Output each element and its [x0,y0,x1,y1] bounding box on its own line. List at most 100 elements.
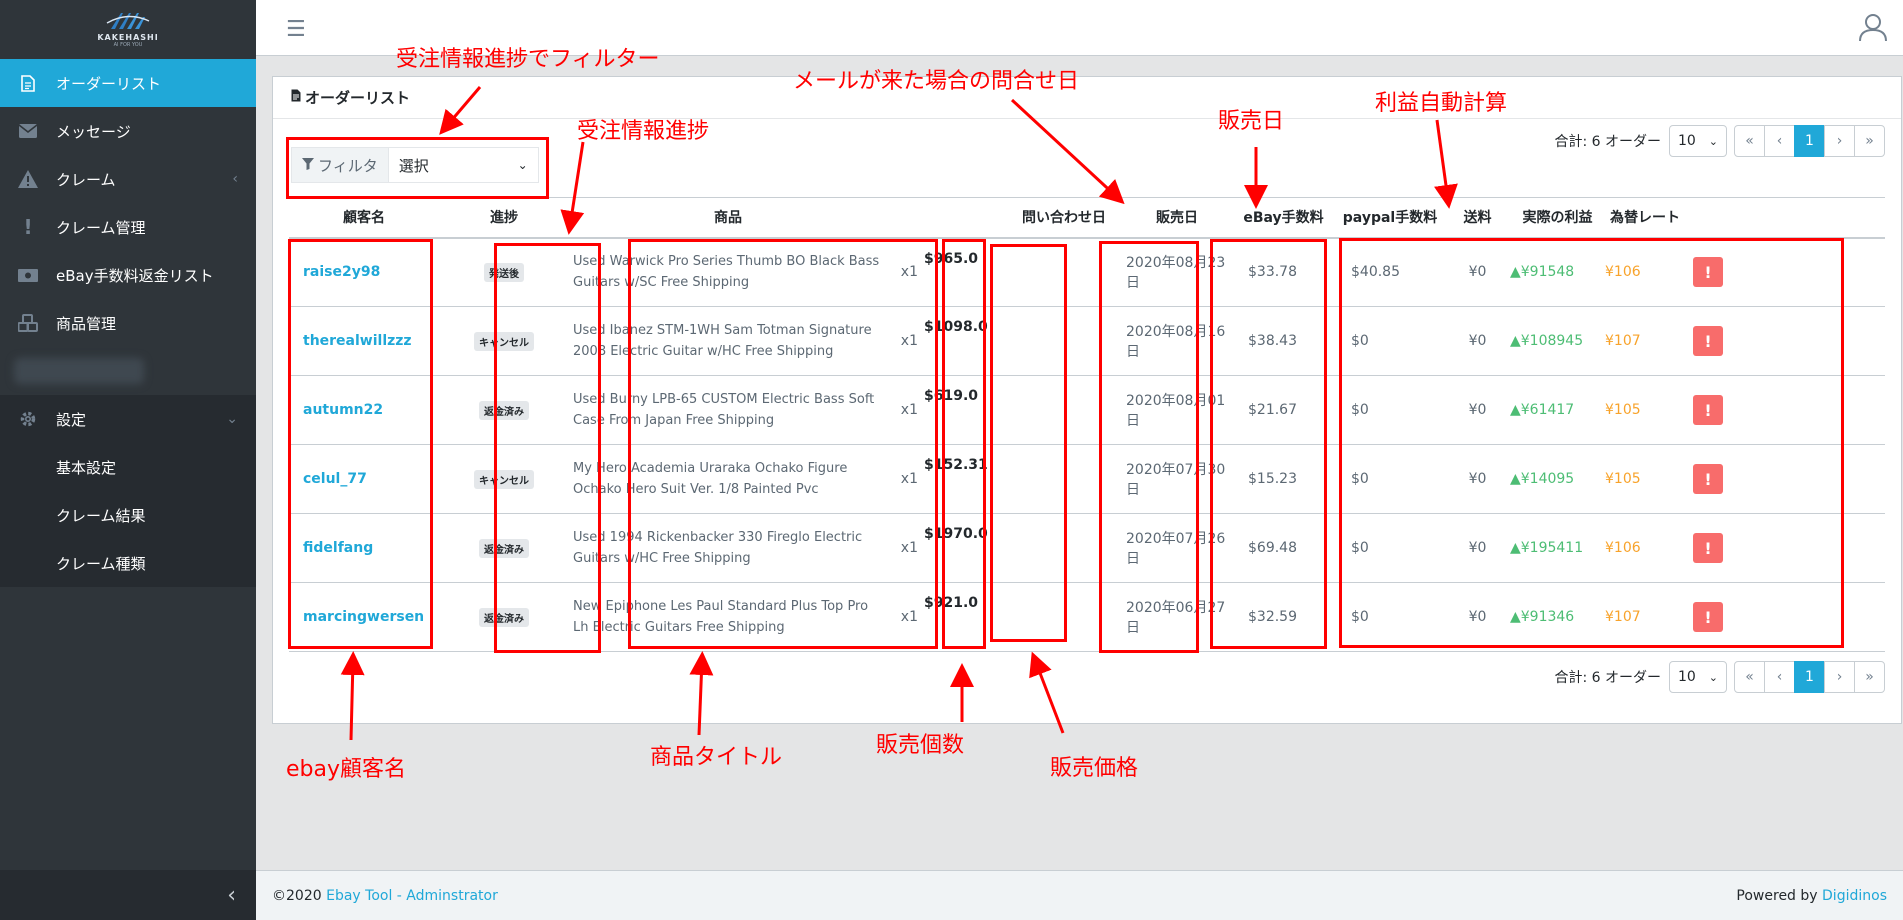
sidebar-item-claim-results[interactable]: クレーム結果 [0,491,256,539]
sidebar-item-claims[interactable]: クレーム ‹ [0,155,256,203]
annotation-box-inquiry [1099,241,1199,653]
card-header: オーダーリスト [273,77,1901,119]
footer: ©2020 Ebay Tool - Adminstrator Powered b… [256,870,1903,920]
sidebar-item-ebay-fee-refunds[interactable]: eBay手数料返金リスト [0,251,256,299]
annotation-inquiry-note: メールが来た場合の問合せ日 [793,69,1080,94]
sidebar-item-label: 設定 [56,410,87,429]
annotation-box-qty [942,239,986,649]
annotation-box-filter [286,137,549,199]
annotation-profit-note: 利益自動計算 [1375,91,1508,116]
sidebar-item-order-list[interactable]: オーダーリスト [0,59,256,107]
envelope-icon [18,121,38,141]
page-next-button[interactable]: › [1824,661,1855,693]
bridge-logo-icon [106,12,150,29]
column-header[interactable]: 問い合わせ日 [1006,197,1122,239]
card-title: オーダーリスト [305,89,411,107]
menu-toggle-icon[interactable]: ☰ [286,17,306,42]
page-first-button[interactable]: « [1734,661,1765,693]
pager-bottom: 合計: 6 オーダー 10 ⌄ « ‹ 1 › » [1554,661,1885,693]
annotation-filter-note: 受注情報進捗でフィルター [396,47,660,72]
sidebar: KAKEHASHI AI FOR YOU オーダーリスト メッセージ クレーム … [0,0,256,920]
column-header[interactable]: 顧客名 [289,197,439,239]
column-header [1685,197,1885,239]
total-count: 合計: 6 オーダー [1554,134,1661,150]
blurred-content [14,358,144,384]
gear-icon [18,409,38,429]
column-header[interactable]: 送料 [1445,197,1510,239]
column-header[interactable]: eBay手数料 [1232,197,1335,239]
brand-name: KAKEHASHI [97,32,159,42]
footer-copyright: ©2020 [272,887,322,904]
page-next-button[interactable]: › [1824,125,1855,157]
page-size-select[interactable]: 10 ⌄ [1669,125,1727,157]
exclamation-icon: ! [23,215,33,239]
sidebar-settings-group: 設定 ⌄ 基本設定 クレーム結果 クレーム種類 [0,395,256,587]
column-header [922,197,1006,239]
column-header[interactable]: 実際の利益 [1510,197,1605,239]
annotation-customer-note: ebay顧客名 [286,757,407,782]
sidebar-item-claim-types[interactable]: クレーム種類 [0,539,256,587]
sidebar-item-basic-settings[interactable]: 基本設定 [0,443,256,491]
annotation-status-note: 受注情報進捗 [577,119,710,144]
footer-powered-link[interactable]: Digidinos [1822,888,1887,904]
page-size-value: 10 [1678,133,1696,149]
sidebar-item-settings[interactable]: 設定 ⌄ [0,395,256,443]
sidebar-item-label: 商品管理 [56,314,117,333]
sidebar-item-label: クレーム [56,170,116,189]
sidebar-item-hidden[interactable] [0,347,256,395]
sidebar-item-label: クレーム管理 [56,218,146,237]
money-icon [18,265,38,285]
chevron-down-icon: ⌄ [226,411,238,427]
column-header[interactable]: 為替レート [1605,197,1685,239]
page-last-button[interactable]: » [1854,125,1885,157]
column-header[interactable]: paypal手数料 [1335,197,1445,239]
page-prev-button[interactable]: ‹ [1764,125,1795,157]
annotation-box-status [494,243,601,653]
annotation-product-note: 商品タイトル [650,745,783,770]
user-avatar-icon[interactable] [1858,12,1888,42]
brand[interactable]: KAKEHASHI AI FOR YOU [0,0,256,59]
sidebar-item-product-management[interactable]: 商品管理 [0,299,256,347]
chevron-down-icon: ⌄ [1708,670,1718,684]
page-current-button[interactable]: 1 [1794,125,1825,157]
annotation-qty-note: 販売個数 [876,733,965,758]
warning-icon [18,169,38,189]
chevron-left-icon: ‹ [232,171,238,187]
annotation-box-product [628,239,938,649]
annotation-box-sale-date [1210,239,1327,649]
chevron-down-icon: ⌄ [1708,134,1718,148]
annotation-price-note: 販売価格 [1050,756,1139,781]
total-count: 合計: 6 オーダー [1554,670,1661,686]
sidebar-minimizer[interactable]: ‹ [0,870,256,920]
page-prev-button[interactable]: ‹ [1764,661,1795,693]
column-header[interactable]: 販売日 [1122,197,1232,239]
page-size-select[interactable]: 10 ⌄ [1669,661,1727,693]
pagination: « ‹ 1 › » [1734,661,1885,693]
sidebar-item-messages[interactable]: メッセージ [0,107,256,155]
annotation-box-price [990,244,1067,642]
page-current-button[interactable]: 1 [1794,661,1825,693]
cubes-icon [18,313,38,333]
column-header[interactable]: 進捗 [439,197,569,239]
chevron-left-icon: ‹ [227,882,236,908]
page-size-value: 10 [1678,669,1696,685]
page-first-button[interactable]: « [1734,125,1765,157]
brand-logo: KAKEHASHI AI FOR YOU [97,9,159,51]
footer-powered-text: Powered by [1736,887,1818,904]
document-icon [291,89,301,106]
column-header [887,197,922,239]
brand-tagline: AI FOR YOU [113,41,143,48]
annotation-sale-date-note: 販売日 [1218,109,1285,134]
pager-top: 合計: 6 オーダー 10 ⌄ « ‹ 1 › » [1554,125,1885,157]
sidebar-item-label: eBay手数料返金リスト [56,266,214,285]
footer-powered: Powered by Digidinos [1736,888,1887,904]
pagination: « ‹ 1 › » [1734,125,1885,157]
footer-app-link[interactable]: Ebay Tool - Adminstrator [326,888,498,904]
page-last-button[interactable]: » [1854,661,1885,693]
sidebar-item-label: オーダーリスト [56,74,162,93]
annotation-box-customer [288,239,433,649]
sidebar-item-label: メッセージ [56,122,131,141]
table-header-row: 顧客名 進捗 商品 問い合わせ日 販売日 eBay手数料 paypal手数料 送… [289,197,1885,239]
sidebar-item-claim-management[interactable]: ! クレーム管理 [0,203,256,251]
column-header[interactable]: 商品 [569,197,887,239]
